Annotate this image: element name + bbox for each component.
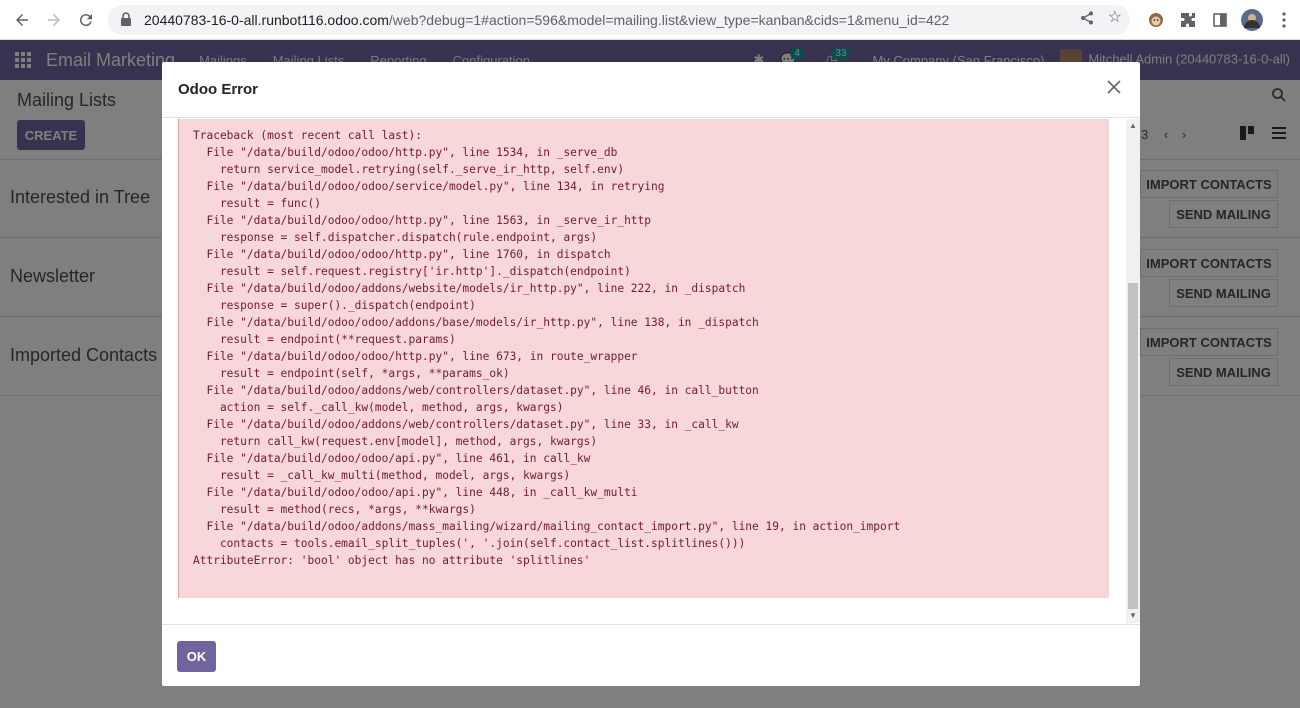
profile-avatar[interactable] [1236,4,1268,36]
dialog-footer: OK [162,624,1140,686]
traceback-text: Traceback (most recent call last): File … [178,119,1109,598]
bookmark-star-icon[interactable]: ☆ [1108,10,1122,28]
address-bar[interactable]: 20440783-16-0-all.runbot116.odoo.com/web… [108,5,1130,35]
scroll-down-icon[interactable]: ▼ [1128,611,1138,621]
dialog-body: Traceback (most recent call last): File … [162,119,1126,623]
dialog-title: Odoo Error [178,81,259,98]
extensions-puzzle-icon[interactable] [1172,4,1204,36]
dialog-header: Odoo Error [162,62,1140,118]
dialog-scrollbar[interactable]: ▲ ▼ [1126,119,1140,623]
browser-menu-icon[interactable] [1268,4,1300,36]
scroll-up-icon[interactable]: ▲ [1128,121,1138,131]
lock-icon [120,11,132,29]
extension-monkey-icon[interactable] [1140,4,1172,36]
close-icon[interactable] [1106,79,1126,99]
reload-icon[interactable] [70,4,102,36]
url-path: /web?debug=1#action=596&model=mailing.li… [388,12,950,28]
side-panel-icon[interactable] [1204,4,1236,36]
browser-toolbar: 20440783-16-0-all.runbot116.odoo.com/web… [0,0,1300,40]
share-icon[interactable] [1080,11,1094,28]
error-dialog: Odoo Error Traceback (most recent call l… [162,62,1140,686]
ok-button[interactable]: OK [177,641,216,672]
forward-icon[interactable] [38,4,70,36]
back-icon[interactable] [6,4,38,36]
scroll-thumb[interactable] [1128,283,1138,609]
url-host: 20440783-16-0-all.runbot116.odoo.com [144,12,389,28]
